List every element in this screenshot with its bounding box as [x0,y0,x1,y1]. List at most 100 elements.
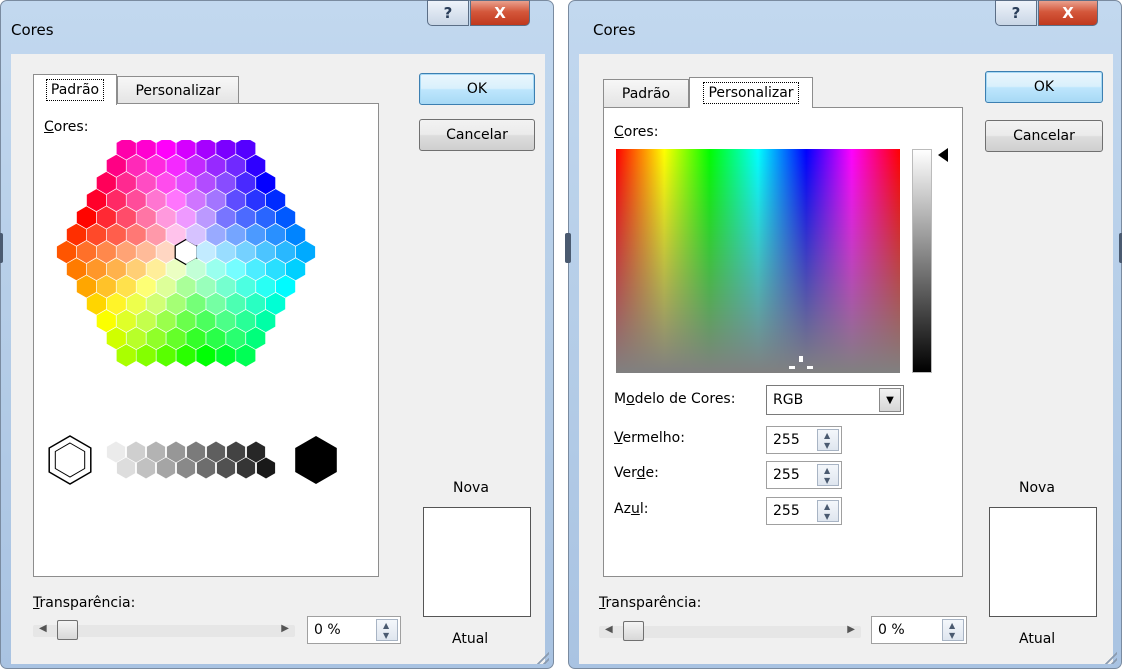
color-swatch-hex[interactable] [196,240,216,264]
color-swatch-hex[interactable] [256,309,276,333]
color-swatch-hex[interactable] [196,309,216,333]
color-swatch-hex[interactable] [56,240,77,264]
resize-grip-icon[interactable] [537,652,549,664]
color-swatch-hex[interactable] [86,189,106,212]
tab-padrao[interactable]: Padrão [33,74,117,105]
color-swatch-hex[interactable] [126,189,146,212]
gray-swatch-hex[interactable] [216,457,236,479]
gray-swatch-hex[interactable] [206,441,226,463]
color-swatch-hex[interactable] [116,344,136,367]
color-swatch-hex[interactable] [146,258,166,281]
color-swatch-hex[interactable] [126,154,146,177]
color-swatch-hex[interactable] [136,344,156,367]
scroll-left-icon[interactable]: ◀ [605,624,613,635]
spin-up-icon[interactable]: ▲ [949,621,955,630]
color-swatch-hex[interactable] [226,327,246,350]
color-swatch-hex[interactable] [126,258,146,281]
color-swatch-hex[interactable] [216,240,236,264]
resize-grip-icon[interactable] [1105,652,1117,664]
transparency-spinbox[interactable]: 0 % ▲ ▼ [871,616,967,644]
color-swatch-hex[interactable] [126,223,146,246]
color-swatch-hex[interactable] [285,223,306,246]
spin-down-icon[interactable]: ▼ [824,476,830,485]
color-swatch-hex[interactable] [116,171,136,195]
color-swatch-hex[interactable] [146,154,166,177]
color-swatch-hex[interactable] [116,240,136,264]
slider-thumb[interactable] [57,620,78,640]
color-swatch-hex[interactable] [156,309,176,333]
color-swatch-hex[interactable] [256,275,276,298]
gray-swatch-hex[interactable] [116,457,136,479]
color-swatch-hex[interactable] [146,292,166,315]
color-swatch-hex[interactable] [276,206,296,229]
cancel-button[interactable]: Cancelar [419,119,535,151]
spin-up-icon[interactable]: ▲ [383,621,389,630]
help-button[interactable]: ? [995,0,1037,26]
ok-button[interactable]: OK [985,71,1103,103]
color-swatch-hex[interactable] [106,189,126,212]
color-swatch-hex[interactable] [176,171,196,195]
gray-swatch-hex[interactable] [196,457,216,479]
color-swatch-hex[interactable] [96,206,116,229]
color-swatch-hex[interactable] [136,240,156,264]
color-swatch-hex[interactable] [226,258,246,281]
slider-thumb[interactable] [623,621,644,641]
color-swatch-hex[interactable] [276,275,296,298]
color-swatch-hex[interactable] [156,171,176,195]
color-swatch-hex[interactable] [186,327,206,350]
color-swatch-hex[interactable] [186,258,206,281]
color-swatch-hex[interactable] [206,154,226,177]
color-swatch-hex[interactable] [186,223,206,246]
color-swatch-hex[interactable] [206,189,226,212]
spin-up-icon[interactable]: ▲ [824,466,830,475]
color-swatch-hex[interactable] [196,206,216,229]
color-swatch-hex[interactable] [246,223,266,246]
color-swatch-hex[interactable] [106,258,126,281]
color-swatch-hex[interactable] [206,258,226,281]
gray-swatch-hex[interactable] [256,457,276,479]
color-swatch-hex[interactable] [86,258,106,281]
color-swatch-hex[interactable] [66,258,87,281]
green-spinbox[interactable]: 255 ▲ ▼ [766,461,842,489]
color-swatch-hex[interactable] [156,240,176,264]
color-swatch-hex[interactable] [186,189,206,212]
transparency-spinbox[interactable]: 0 % ▲ ▼ [307,616,401,644]
color-swatch-hex[interactable] [76,240,96,264]
spin-buttons[interactable]: ▲ ▼ [817,429,839,451]
color-swatch-hex[interactable] [156,206,176,229]
gray-swatch-hex[interactable] [166,441,186,463]
tab-personalizar[interactable]: Personalizar [117,76,239,104]
color-swatch-hex[interactable] [285,258,306,281]
color-swatch-hex[interactable] [136,206,156,229]
color-swatch-hex[interactable] [216,344,236,367]
close-button[interactable]: X [470,0,530,26]
gray-swatch-hex[interactable] [156,457,176,479]
color-swatch-hex[interactable] [196,171,216,195]
color-swatch-hex[interactable] [226,223,246,246]
spin-buttons[interactable]: ▲ ▼ [376,619,398,641]
color-swatch-hex[interactable] [156,344,176,367]
tab-padrao[interactable]: Padrão [603,79,689,107]
color-swatch-hex[interactable] [66,223,87,246]
color-swatch-hex[interactable] [256,240,276,264]
cancel-button[interactable]: Cancelar [985,120,1103,152]
scroll-right-icon[interactable]: ▶ [281,623,289,634]
color-swatch-hex[interactable] [146,189,166,212]
ok-button[interactable]: OK [419,73,535,105]
color-swatch-hex[interactable] [166,189,186,212]
spin-down-icon[interactable]: ▼ [824,441,830,450]
color-swatch-hex[interactable] [236,240,256,264]
color-swatch-hex[interactable] [206,223,226,246]
color-swatch-hex[interactable] [196,344,216,367]
color-swatch-hex[interactable] [76,275,96,298]
color-swatch-hex[interactable] [166,258,186,281]
color-swatch-hex[interactable] [216,275,236,298]
color-swatch-hex[interactable] [146,223,166,246]
help-button[interactable]: ? [427,0,469,26]
color-swatch-hex[interactable] [206,292,226,315]
color-swatch-hex[interactable] [226,189,246,212]
spin-down-icon[interactable]: ▼ [949,631,955,640]
spin-buttons[interactable]: ▲ ▼ [817,464,839,486]
tab-personalizar[interactable]: Personalizar [689,77,813,108]
color-swatch-hex[interactable] [86,223,106,246]
